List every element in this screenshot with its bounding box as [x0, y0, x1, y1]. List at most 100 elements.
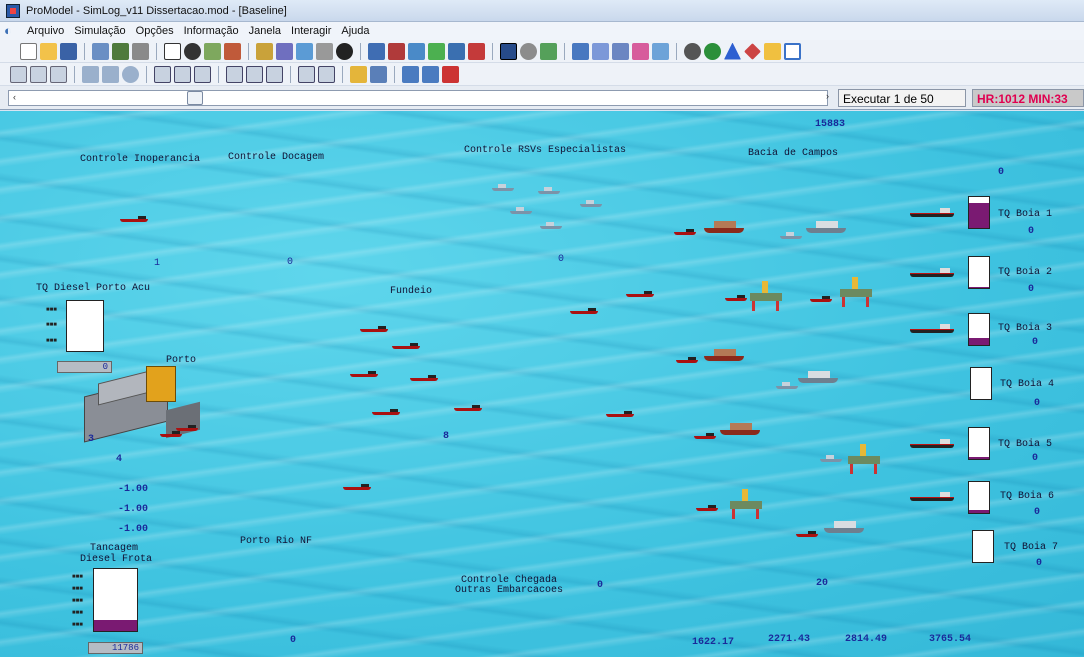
shuttle-tanker[interactable]	[910, 323, 954, 333]
oil-platform[interactable]	[846, 444, 882, 474]
view-1-icon[interactable]	[154, 65, 171, 83]
supply-boat[interactable]	[410, 375, 438, 381]
rotate-icon[interactable]	[318, 65, 335, 83]
trace-icon[interactable]	[572, 42, 589, 60]
slider-left-arrow-icon[interactable]: ‹	[13, 92, 16, 102]
diamond-icon[interactable]	[744, 42, 761, 60]
zoom-icon[interactable]	[122, 65, 139, 83]
rsv-vessel[interactable]	[492, 183, 514, 191]
folder-icon[interactable]	[764, 42, 781, 60]
export-icon[interactable]	[402, 65, 419, 83]
port-boat[interactable]	[176, 425, 198, 431]
view-2-icon[interactable]	[174, 65, 191, 83]
platform-supply-vessel[interactable]	[704, 347, 744, 361]
supply-boat[interactable]	[626, 291, 654, 297]
platform-supply-vessel[interactable]	[704, 219, 744, 233]
platform-supply-vessel[interactable]	[798, 369, 838, 383]
resources-icon[interactable]	[204, 42, 221, 60]
view-6-icon[interactable]	[266, 65, 283, 83]
variables-icon[interactable]	[316, 42, 333, 60]
supply-boat[interactable]	[360, 326, 388, 332]
edit-icon[interactable]	[30, 65, 47, 83]
supply-boat[interactable]	[350, 371, 378, 377]
locations-icon[interactable]	[92, 42, 109, 60]
menu-interagir[interactable]: Interagir	[286, 25, 336, 37]
port-boat[interactable]	[160, 431, 182, 437]
info-icon[interactable]	[336, 42, 353, 60]
step-icon[interactable]	[612, 42, 629, 60]
gear-icon[interactable]	[684, 42, 701, 60]
supply-boat[interactable]	[674, 229, 696, 235]
box-icon[interactable]	[164, 42, 181, 60]
debug-icon[interactable]	[592, 42, 609, 60]
supply-boat[interactable]	[454, 405, 482, 411]
rsv-vessel[interactable]	[540, 221, 562, 229]
simulation-layout[interactable]: Controle Inoperancia Controle Docagem Co…	[0, 111, 1084, 657]
menu-informacao[interactable]: Informação	[179, 25, 244, 37]
query-icon[interactable]	[350, 65, 367, 83]
slider-right-arrow-icon[interactable]: ›	[826, 91, 829, 101]
rsv-vessel[interactable]	[820, 454, 842, 462]
attributes-icon[interactable]	[296, 42, 313, 60]
path-network-icon[interactable]	[132, 42, 149, 60]
entities-icon[interactable]	[112, 42, 129, 60]
shuttle-tanker[interactable]	[910, 491, 954, 501]
table-icon[interactable]	[50, 65, 67, 83]
view-4-icon[interactable]	[226, 65, 243, 83]
import-icon[interactable]	[422, 65, 439, 83]
copy-icon[interactable]	[298, 65, 315, 83]
supply-boat[interactable]	[796, 531, 818, 537]
filter-icon[interactable]	[442, 65, 459, 83]
supply-boat[interactable]	[606, 411, 634, 417]
chart-icon[interactable]	[540, 42, 557, 60]
menu-simulacao[interactable]: Simulação	[69, 25, 130, 37]
arrivals-icon[interactable]	[256, 42, 273, 60]
menu-arquivo[interactable]: Arquivo	[22, 25, 69, 37]
graph-up-icon[interactable]	[632, 42, 649, 60]
shuttle-tanker[interactable]	[910, 267, 954, 277]
pane-icon[interactable]	[102, 65, 119, 83]
pause-icon[interactable]	[448, 42, 465, 60]
animation-speed-slider[interactable]: ‹	[8, 90, 828, 106]
output-icon[interactable]	[520, 42, 537, 60]
grid-icon[interactable]	[10, 65, 27, 83]
supply-boat[interactable]	[570, 308, 598, 314]
globe-icon[interactable]	[704, 42, 721, 60]
rsv-vessel[interactable]	[780, 231, 802, 239]
menu-opcoes[interactable]: Opções	[131, 25, 179, 37]
supply-boat[interactable]	[810, 296, 832, 302]
eye-icon[interactable]	[82, 65, 99, 83]
supply-boat[interactable]	[343, 484, 371, 490]
circle-icon[interactable]	[184, 42, 201, 60]
rsv-vessel[interactable]	[510, 206, 532, 214]
shuttle-tanker[interactable]	[910, 438, 954, 448]
view-5-icon[interactable]	[246, 65, 263, 83]
platform-supply-vessel[interactable]	[824, 519, 864, 533]
save-icon[interactable]	[60, 42, 77, 60]
rsv-vessel[interactable]	[538, 186, 560, 194]
supply-boat[interactable]	[725, 295, 747, 301]
report-icon[interactable]	[370, 65, 387, 83]
processing-icon[interactable]	[224, 42, 241, 60]
shifts-icon[interactable]	[276, 42, 293, 60]
platform-supply-vessel[interactable]	[720, 421, 760, 435]
supply-boat[interactable]	[696, 505, 718, 511]
open-file-icon[interactable]	[40, 42, 57, 60]
oil-platform[interactable]	[748, 281, 784, 311]
supply-boat[interactable]	[120, 216, 148, 222]
menu-ajuda[interactable]: Ajuda	[336, 25, 374, 37]
scenario-icon[interactable]	[388, 42, 405, 60]
graph-icon[interactable]	[652, 42, 669, 60]
options-icon[interactable]	[408, 42, 425, 60]
model-build-icon[interactable]	[368, 42, 385, 60]
supply-boat[interactable]	[392, 343, 420, 349]
run-icon[interactable]	[428, 42, 445, 60]
supply-boat[interactable]	[694, 433, 716, 439]
window-icon[interactable]	[784, 42, 801, 60]
oil-platform[interactable]	[728, 489, 764, 519]
menu-janela[interactable]: Janela	[244, 25, 286, 37]
rsv-vessel[interactable]	[776, 381, 798, 389]
slider-thumb[interactable]	[187, 91, 203, 105]
oil-platform[interactable]	[838, 277, 874, 307]
document-menu-icon[interactable]: ◐	[4, 24, 18, 38]
